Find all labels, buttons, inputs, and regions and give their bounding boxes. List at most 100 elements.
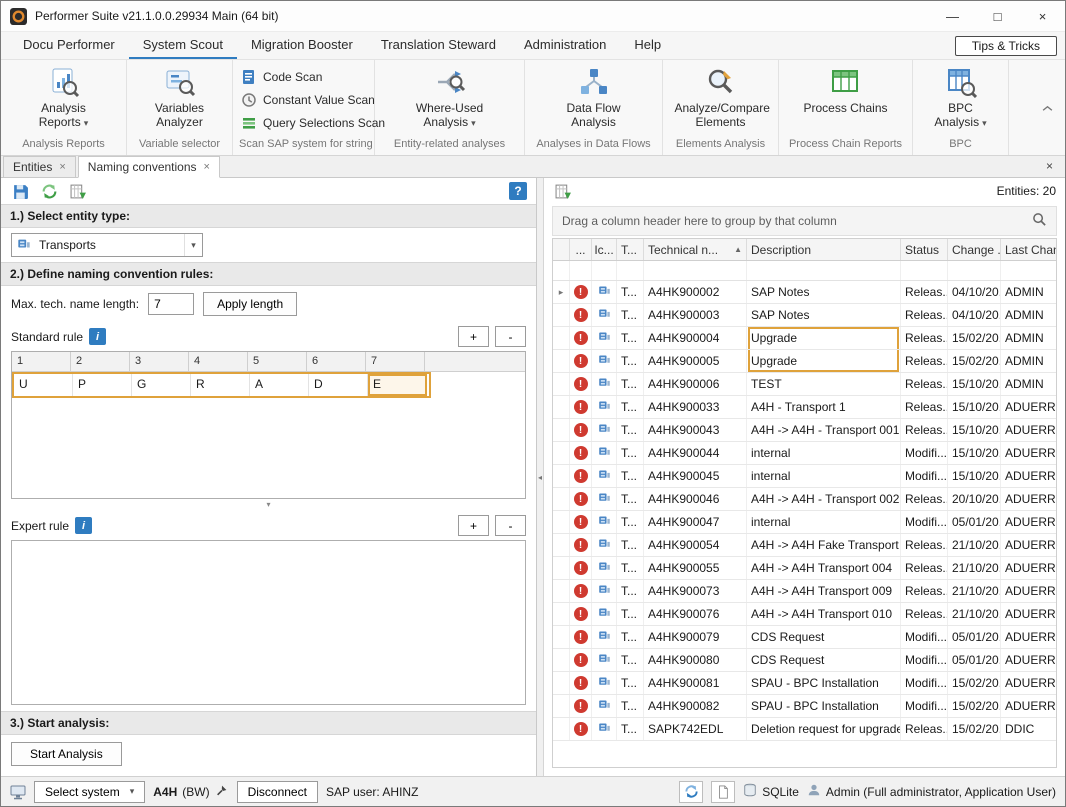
rule-grid-cell[interactable]: G: [132, 374, 191, 396]
cell-status: Releas...: [901, 281, 948, 303]
code-scan-button[interactable]: Code Scan: [241, 67, 322, 87]
table-row[interactable]: T... A4HK900054 A4H -> A4H Fake Transpor…: [553, 534, 1056, 557]
table-row[interactable]: T... A4HK900002 SAP Notes Releas... 04/1…: [553, 281, 1056, 304]
process-chains-button[interactable]: Process Chains: [797, 63, 893, 118]
maximize-button[interactable]: □: [975, 1, 1020, 31]
table-row[interactable]: T... A4HK900079 CDS Request Modifi... 05…: [553, 626, 1056, 649]
constant-value-scan-button[interactable]: Constant Value Scan: [241, 90, 375, 110]
refresh-button[interactable]: [39, 181, 59, 201]
table-row[interactable]: T... A4HK900045 internal Modifi... 15/10…: [553, 465, 1056, 488]
cell-description: SAP Notes: [747, 304, 901, 326]
ribbon-collapse-button[interactable]: [1042, 101, 1053, 115]
cell-technical-name: A4HK900002: [644, 281, 747, 303]
table-row[interactable]: T... A4HK900080 CDS Request Modifi... 05…: [553, 649, 1056, 672]
analysis-reports-button[interactable]: Analysis Reports▾: [12, 63, 116, 133]
expert-rule-area[interactable]: [11, 540, 526, 705]
refresh-connection-button[interactable]: [679, 781, 703, 803]
rule-grid-cell[interactable]: U: [14, 374, 73, 396]
column-header-description[interactable]: Description: [747, 239, 901, 260]
menu-migration-booster[interactable]: Migration Booster: [237, 33, 367, 59]
standard-rule-remove-button[interactable]: -: [495, 326, 526, 347]
column-header-last-changed[interactable]: Last Chan...: [1001, 239, 1056, 260]
rule-grid-cell[interactable]: A: [250, 374, 309, 396]
table-row[interactable]: T... A4HK900006 TEST Releas... 15/10/20.…: [553, 373, 1056, 396]
tab-close-icon[interactable]: ×: [204, 161, 210, 173]
tab-entities[interactable]: Entities ×: [3, 156, 76, 177]
table-row[interactable]: T... A4HK900082 SPAU - BPC Installation …: [553, 695, 1056, 718]
standard-rule-add-button[interactable]: +: [458, 326, 489, 347]
query-selections-scan-button[interactable]: Query Selections Scan: [241, 113, 385, 133]
cell-change-date: 15/02/20...: [948, 327, 1001, 349]
menu-translation-steward[interactable]: Translation Steward: [367, 33, 510, 59]
column-header-icon[interactable]: Ic...: [592, 239, 617, 260]
close-document-button[interactable]: ×: [1034, 159, 1065, 177]
disconnect-button[interactable]: Disconnect: [237, 781, 318, 803]
sap-user-label: SAP user: AHINZ: [326, 785, 418, 799]
column-header-technical[interactable]: Technical n... ▲: [644, 239, 747, 260]
filter-row[interactable]: [553, 261, 1056, 281]
column-header-status[interactable]: Status: [901, 239, 948, 260]
panel-splitter[interactable]: ◂: [537, 178, 544, 776]
database-icon: [743, 783, 757, 800]
export-entities-button[interactable]: [553, 181, 573, 201]
table-row[interactable]: T... A4HK900073 A4H -> A4H Transport 009…: [553, 580, 1056, 603]
minimize-button[interactable]: —: [930, 1, 975, 31]
table-row[interactable]: T... A4HK900003 SAP Notes Releas... 04/1…: [553, 304, 1056, 327]
splitter-collapse-icon[interactable]: ◂: [538, 473, 542, 482]
analyze-compare-elements-button[interactable]: Analyze/Compare Elements: [669, 63, 773, 133]
table-row[interactable]: T... A4HK900076 A4H -> A4H Transport 010…: [553, 603, 1056, 626]
chevron-down-icon[interactable]: ▾: [184, 234, 202, 256]
table-row[interactable]: T... A4HK900005 Upgrade Releas... 15/02/…: [553, 350, 1056, 373]
rule-grid-cell[interactable]: P: [73, 374, 132, 396]
start-analysis-button[interactable]: Start Analysis: [11, 742, 122, 766]
table-row[interactable]: T... SAPK742EDL Deletion request for upg…: [553, 718, 1056, 741]
search-icon[interactable]: [1032, 212, 1047, 230]
table-row[interactable]: T... A4HK900043 A4H -> A4H - Transport 0…: [553, 419, 1056, 442]
error-icon: [574, 653, 588, 667]
column-header-change[interactable]: Change ...: [948, 239, 1001, 260]
export-button[interactable]: [68, 181, 88, 201]
tab-close-icon[interactable]: ×: [59, 161, 65, 173]
apply-length-button[interactable]: Apply length: [203, 292, 297, 316]
where-used-analysis-button[interactable]: Where-Used Analysis▾: [398, 63, 502, 133]
menu-docu-performer[interactable]: Docu Performer: [9, 33, 129, 59]
expand-arrow-icon[interactable]: [559, 287, 564, 298]
table-row[interactable]: T... A4HK900047 internal Modifi... 05/01…: [553, 511, 1056, 534]
column-header-error[interactable]: ...: [570, 239, 592, 260]
group-by-area[interactable]: Drag a column header here to group by th…: [552, 206, 1057, 236]
bpc-analysis-button[interactable]: BPC Analysis▾: [915, 63, 1006, 133]
expert-rule-add-button[interactable]: +: [458, 515, 489, 536]
save-button[interactable]: [10, 181, 30, 201]
close-button[interactable]: ×: [1020, 1, 1065, 31]
entity-type-combobox[interactable]: Transports ▾: [11, 233, 203, 257]
data-flow-analysis-icon: [577, 66, 611, 98]
cell-technical-name: A4HK900043: [644, 419, 747, 441]
cell-description: A4H -> A4H Fake Transport 003: [747, 534, 901, 556]
menu-help[interactable]: Help: [620, 33, 675, 59]
tips-and-tricks-button[interactable]: Tips & Tricks: [955, 36, 1057, 56]
select-system-button[interactable]: Select system ▾: [34, 781, 145, 803]
variables-analyzer-button[interactable]: Variables Analyzer: [129, 63, 230, 133]
tab-naming-conventions[interactable]: Naming conventions ×: [78, 156, 220, 178]
cell-description: CDS Request: [747, 649, 901, 671]
rule-grid-cell[interactable]: E: [368, 374, 427, 396]
rule-grid-cell[interactable]: R: [191, 374, 250, 396]
table-row[interactable]: T... A4HK900046 A4H -> A4H - Transport 0…: [553, 488, 1056, 511]
expert-rule-remove-button[interactable]: -: [495, 515, 526, 536]
help-button[interactable]: ?: [509, 182, 527, 200]
section-select-entity-type: 1.) Select entity type:: [1, 204, 536, 228]
table-row[interactable]: T... A4HK900055 A4H -> A4H Transport 004…: [553, 557, 1056, 580]
cell-description: A4H -> A4H Transport 009: [747, 580, 901, 602]
grid-collapse-icon[interactable]: ▾: [1, 499, 536, 511]
table-row[interactable]: T... A4HK900081 SPAU - BPC Installation …: [553, 672, 1056, 695]
table-row[interactable]: T... A4HK900033 A4H - Transport 1 Releas…: [553, 396, 1056, 419]
document-log-button[interactable]: [711, 781, 735, 803]
menu-system-scout[interactable]: System Scout: [129, 33, 237, 59]
column-header-type[interactable]: T...: [617, 239, 644, 260]
data-flow-analysis-button[interactable]: Data Flow Analysis: [542, 63, 646, 133]
menu-administration[interactable]: Administration: [510, 33, 620, 59]
table-row[interactable]: T... A4HK900044 internal Modifi... 15/10…: [553, 442, 1056, 465]
table-row[interactable]: T... A4HK900004 Upgrade Releas... 15/02/…: [553, 327, 1056, 350]
rule-grid-cell[interactable]: D: [309, 374, 368, 396]
max-length-input[interactable]: [148, 293, 194, 315]
